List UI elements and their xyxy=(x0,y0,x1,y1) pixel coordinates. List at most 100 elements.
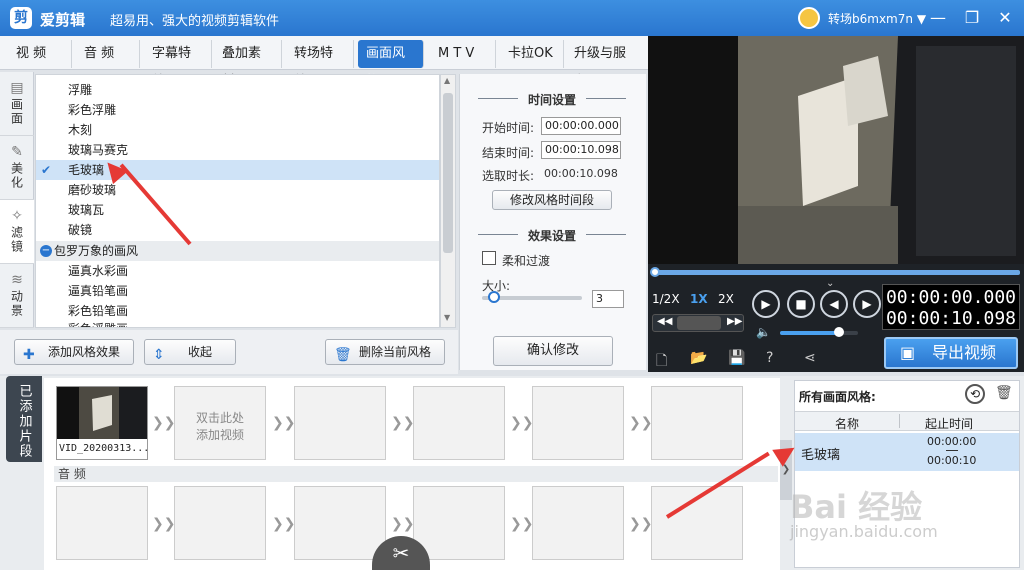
empty-audio-slot[interactable] xyxy=(532,486,624,560)
volume-slider[interactable] xyxy=(780,331,858,335)
share-icon[interactable]: ⋖ xyxy=(804,350,816,366)
arrow-right-icon: ❯❯ xyxy=(629,516,653,532)
new-file-icon[interactable]: 🗋 xyxy=(656,350,667,374)
prev-frame-icon[interactable]: ◀ xyxy=(820,290,848,318)
arrow-right-icon: ❯❯ xyxy=(272,516,296,532)
modify-time-button[interactable]: 修改风格时间段 xyxy=(492,190,612,210)
progress-handle[interactable] xyxy=(650,267,660,277)
stop-icon[interactable]: ■ xyxy=(787,290,815,318)
side-tab-beautify[interactable]: ✎ 美化 xyxy=(0,136,34,200)
timeline-progress-bar[interactable] xyxy=(654,270,1020,275)
list-item[interactable]: 破镜 xyxy=(36,220,439,240)
empty-audio-slot[interactable] xyxy=(413,486,505,560)
play-icon[interactable]: ▶ xyxy=(752,290,780,318)
delete-style-button[interactable]: 🗑 删除当前风格 xyxy=(325,339,445,365)
volume-handle[interactable] xyxy=(833,327,844,337)
empty-clip-slot[interactable] xyxy=(413,386,505,460)
filter-scrollbar[interactable]: ▲ ▼ xyxy=(440,74,456,328)
chevron-down-icon: ▼ xyxy=(916,12,927,26)
rewind-icon[interactable]: ◀◀ xyxy=(657,316,672,327)
trash-icon[interactable]: 🗑 xyxy=(995,385,1013,401)
row-end-time: 00:00:10 xyxy=(927,454,977,467)
list-item[interactable]: 彩色浮雕画 xyxy=(36,319,439,327)
list-item[interactable]: 彩色铅笔画 xyxy=(36,301,439,321)
end-time-field[interactable]: 00:00:10.098 xyxy=(541,141,621,159)
divider xyxy=(899,414,900,428)
size-slider-handle[interactable] xyxy=(488,291,500,303)
export-video-label: 导出视频 xyxy=(932,343,997,362)
list-item[interactable]: 玻璃马赛克 xyxy=(36,140,439,160)
list-item[interactable]: 木刻 xyxy=(36,120,439,140)
jog-wheel[interactable]: ◀◀ ▶▶ xyxy=(652,314,744,332)
list-item[interactable]: 彩色浮雕 xyxy=(36,100,439,120)
list-item-selected[interactable]: ✔ 毛玻璃 xyxy=(36,160,439,180)
chevron-down-icon[interactable]: ⌄ xyxy=(826,278,834,289)
user-avatar-icon[interactable] xyxy=(798,7,820,29)
tab-karaoke[interactable]: 卡拉OK xyxy=(500,40,564,68)
speed-1x[interactable]: 1X xyxy=(690,292,708,306)
start-time-field[interactable]: 00:00:00.000 xyxy=(541,117,621,135)
list-item[interactable]: 玻璃瓦 xyxy=(36,200,439,220)
list-item[interactable]: 磨砂玻璃 xyxy=(36,180,439,200)
side-tab-motion[interactable]: ≋ 动景 xyxy=(0,264,34,328)
empty-audio-slot[interactable] xyxy=(174,486,266,560)
tab-upgrade[interactable]: 升级与服务 xyxy=(566,40,646,89)
empty-audio-slot[interactable] xyxy=(294,486,386,560)
add-video-placeholder[interactable]: 双击此处 添加视频 xyxy=(174,386,266,460)
empty-clip-slot[interactable] xyxy=(532,386,624,460)
add-style-button[interactable]: ✚ 添加风格效果 xyxy=(14,339,134,365)
forward-icon[interactable]: ▶▶ xyxy=(727,316,742,327)
speed-half[interactable]: 1/2X xyxy=(652,292,680,306)
jog-knob[interactable] xyxy=(677,316,721,330)
size-value-field[interactable]: 3 xyxy=(592,290,624,308)
close-icon[interactable]: ✕ xyxy=(993,6,1017,30)
tab-transition[interactable]: 转场特效 xyxy=(286,40,354,89)
user-name[interactable]: 转场b6mxm7n ▼ xyxy=(828,10,926,27)
video-clip[interactable]: VID_20200313... xyxy=(56,386,149,460)
tab-mtv[interactable]: M T V xyxy=(430,40,496,68)
speed-2x[interactable]: 2X xyxy=(718,292,734,306)
arrow-right-icon: ❯❯ xyxy=(510,516,534,532)
side-tab-picture[interactable]: ▤ 画面 xyxy=(0,72,34,136)
magic-wand-icon: ✎ xyxy=(11,144,23,160)
tab-subtitle[interactable]: 字幕特效 xyxy=(144,40,212,89)
soft-transition-checkbox[interactable] xyxy=(482,251,496,265)
tab-overlay[interactable]: 叠加素材 xyxy=(214,40,282,89)
video-preview[interactable] xyxy=(648,36,1024,264)
volume-icon[interactable]: 🔈 xyxy=(756,325,771,339)
folder-open-icon[interactable]: 📂 xyxy=(690,350,707,366)
minimize-icon[interactable]: — xyxy=(926,6,950,30)
scroll-down-icon[interactable]: ▼ xyxy=(444,313,450,322)
export-video-button[interactable]: ▣ 导出视频 xyxy=(884,337,1018,369)
empty-clip-slot[interactable] xyxy=(294,386,386,460)
collapse-button[interactable]: ⇕ 收起 xyxy=(144,339,236,365)
confirm-modify-button[interactable]: 确认修改 xyxy=(493,336,613,366)
arrow-right-icon: ❯❯ xyxy=(510,415,534,431)
tab-picture-style[interactable]: 画面风格 xyxy=(358,40,424,89)
table-row[interactable]: 毛玻璃 00:00:00 00:00:10 xyxy=(795,433,1019,471)
preview-frame-image xyxy=(648,36,1024,264)
empty-clip-slot[interactable] xyxy=(651,386,743,460)
empty-audio-slot[interactable] xyxy=(56,486,148,560)
divider xyxy=(478,98,518,99)
list-item[interactable]: 浮雕 xyxy=(36,80,439,100)
scroll-up-icon[interactable]: ▲ xyxy=(444,76,450,85)
tab-audio[interactable]: 音 频 xyxy=(76,40,140,68)
divider xyxy=(478,234,518,235)
tab-video[interactable]: 视 频 xyxy=(8,40,72,68)
side-tab-filter[interactable]: ✧ 滤镜 xyxy=(0,200,34,264)
volume-fill xyxy=(780,331,839,335)
back-icon[interactable]: ⟲ xyxy=(965,384,985,404)
scroll-thumb[interactable] xyxy=(443,93,453,253)
list-item[interactable]: 逼真水彩画 xyxy=(36,261,439,281)
list-item[interactable]: 逼真铅笔画 xyxy=(36,281,439,301)
app-logo-icon: 剪 xyxy=(10,7,32,29)
maximize-icon[interactable]: ❐ xyxy=(960,6,984,30)
effect-settings-title: 效果设置 xyxy=(527,229,576,243)
help-icon[interactable]: ? xyxy=(766,350,773,366)
settings-panel: 时间设置 开始时间: 00:00:00.000 结束时间: 00:00:10.0… xyxy=(459,74,646,370)
next-frame-icon[interactable]: ▶ xyxy=(853,290,881,318)
filter-group-header[interactable]: − 包罗万象的画风 xyxy=(36,241,439,261)
save-icon[interactable]: 💾 xyxy=(728,350,745,366)
added-clips-tab[interactable]: 已添加片段 xyxy=(6,376,42,462)
